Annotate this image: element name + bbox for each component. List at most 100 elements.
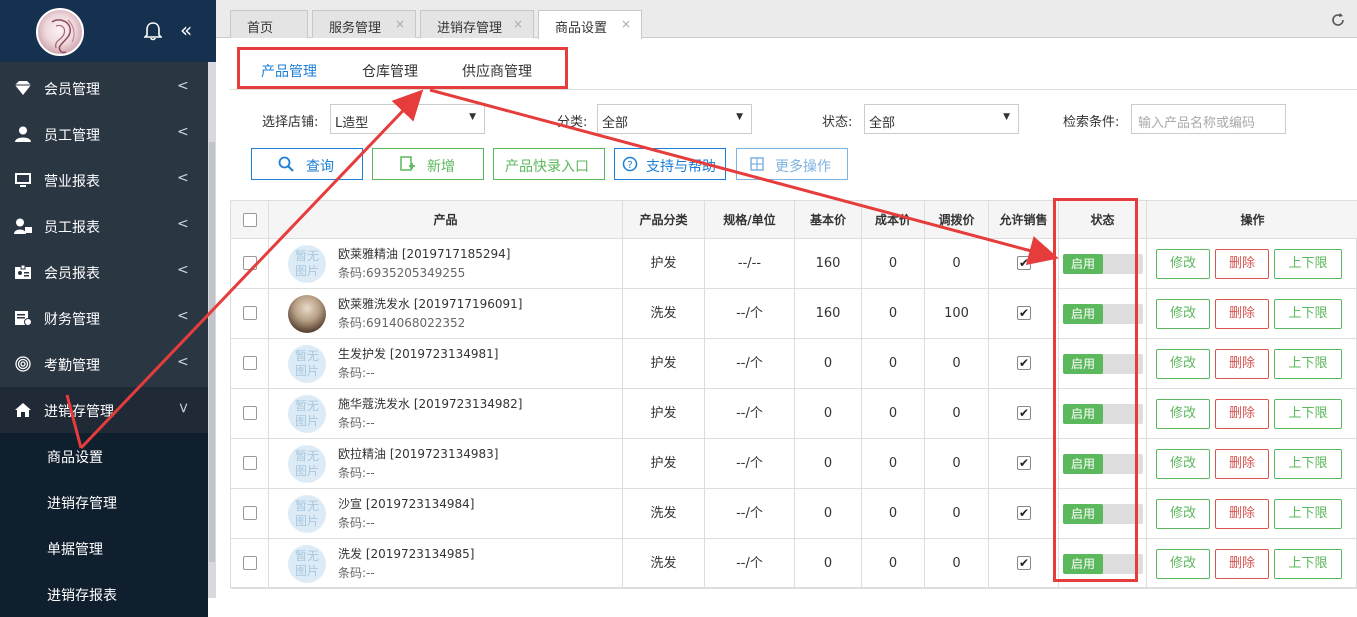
delete-button[interactable]: 删除 xyxy=(1215,249,1269,279)
spec-cell: --/-- xyxy=(705,239,795,289)
sidebar-item-staff-management[interactable]: 员工管理 < xyxy=(0,111,208,157)
edit-button[interactable]: 修改 xyxy=(1156,349,1210,379)
limits-button[interactable]: 上下限 xyxy=(1274,249,1342,279)
limits-button[interactable]: 上下限 xyxy=(1274,549,1342,579)
category-cell: 护发 xyxy=(623,339,705,389)
scrollbar-thumb[interactable] xyxy=(209,142,215,562)
row-checkbox[interactable] xyxy=(243,256,257,270)
limits-button[interactable]: 上下限 xyxy=(1274,399,1342,429)
delete-button[interactable]: 删除 xyxy=(1215,299,1269,329)
delete-button[interactable]: 删除 xyxy=(1215,399,1269,429)
sidebar-subitem-product-settings[interactable]: 商品设置 xyxy=(0,433,208,479)
dropdown-arrow-icon: ▼ xyxy=(469,112,476,122)
row-checkbox[interactable] xyxy=(243,506,257,520)
limits-button[interactable]: 上下限 xyxy=(1274,349,1342,379)
category-select[interactable]: 全部 ▼ xyxy=(597,104,752,134)
limits-button[interactable]: 上下限 xyxy=(1274,499,1342,529)
sidebar-item-business-report[interactable]: 营业报表 < xyxy=(0,157,208,203)
row-checkbox[interactable] xyxy=(243,356,257,370)
sidebar-item-member-management[interactable]: 会员管理 < xyxy=(0,65,208,111)
add-button[interactable]: 新增 xyxy=(372,148,484,180)
sidebar-subitem-inventory-report[interactable]: 进销存报表 xyxy=(0,571,208,617)
row-checkbox[interactable] xyxy=(243,456,257,470)
close-icon[interactable]: × xyxy=(513,17,523,31)
quick-entry-button[interactable]: 产品快录入口 xyxy=(493,148,605,180)
edit-button[interactable]: 修改 xyxy=(1156,449,1210,479)
user-icon xyxy=(14,126,32,142)
help-button[interactable]: ? 支持与帮助 xyxy=(614,148,726,180)
row-select-cell xyxy=(231,539,269,589)
delete-button[interactable]: 删除 xyxy=(1215,549,1269,579)
tab-product-settings[interactable]: 商品设置 × xyxy=(538,10,642,39)
product-cell: 欧莱雅洗发水 [2019717196091] 条码:6914068022352 xyxy=(269,289,623,339)
tab-inventory-management[interactable]: 进销存管理 × xyxy=(420,10,534,38)
allow-sale-checkbox[interactable]: ✔ xyxy=(1017,256,1031,270)
sidebar-item-label: 营业报表 xyxy=(44,174,100,190)
row-select-cell xyxy=(231,239,269,289)
tab-home[interactable]: 首页 xyxy=(230,10,308,38)
edit-button[interactable]: 修改 xyxy=(1156,399,1210,429)
base-price-cell: 160 xyxy=(795,239,862,289)
sidebar-item-member-report[interactable]: 会员报表 < xyxy=(0,249,208,295)
search-input[interactable]: 输入产品名称或编码 xyxy=(1131,104,1286,134)
query-button[interactable]: 查询 xyxy=(251,148,363,180)
product-name: 沙宣 [2019723134984] xyxy=(338,497,475,511)
row-checkbox[interactable] xyxy=(243,556,257,570)
allow-sale-checkbox[interactable]: ✔ xyxy=(1017,356,1031,370)
cost-price-cell: 0 xyxy=(862,289,925,339)
row-checkbox[interactable] xyxy=(243,406,257,420)
category-cell: 洗发 xyxy=(623,539,705,589)
header-cost-price: 成本价 xyxy=(862,201,925,239)
home-icon xyxy=(14,402,32,418)
more-actions-button[interactable]: 更多操作 xyxy=(736,148,848,180)
row-checkbox[interactable] xyxy=(243,306,257,320)
tab-service-management[interactable]: 服务管理 × xyxy=(312,10,416,38)
sidebar-item-finance-management[interactable]: 财务管理 < xyxy=(0,295,208,341)
edit-button[interactable]: 修改 xyxy=(1156,249,1210,279)
sidebar-subitem-inventory[interactable]: 进销存管理 xyxy=(0,479,208,525)
allow-sale-checkbox[interactable]: ✔ xyxy=(1017,406,1031,420)
store-select[interactable]: L造型 ▼ xyxy=(330,104,485,134)
allow-sale-checkbox[interactable]: ✔ xyxy=(1017,506,1031,520)
allow-sale-checkbox[interactable]: ✔ xyxy=(1017,306,1031,320)
select-all-checkbox[interactable] xyxy=(243,213,257,227)
refresh-icon[interactable] xyxy=(1330,12,1346,32)
row-select-cell xyxy=(231,389,269,439)
delete-button[interactable]: 删除 xyxy=(1215,499,1269,529)
sidebar-scrollbar[interactable] xyxy=(208,62,216,598)
dropdown-arrow-icon: ▼ xyxy=(736,112,743,122)
spec-cell: --/个 xyxy=(705,289,795,339)
edit-button[interactable]: 修改 xyxy=(1156,549,1210,579)
no-image-placeholder: 暂无 图片 xyxy=(288,545,326,583)
table-row: 暂无 图片 欧莱雅精油 [2019717185294] 条码:693520534925… xyxy=(231,239,1357,289)
limits-button[interactable]: 上下限 xyxy=(1274,299,1342,329)
delete-button[interactable]: 删除 xyxy=(1215,349,1269,379)
edit-button[interactable]: 修改 xyxy=(1156,299,1210,329)
product-name: 生发护发 [2019723134981] xyxy=(338,347,499,361)
chevron-left-icon: < xyxy=(177,308,189,324)
row-select-cell xyxy=(231,439,269,489)
sidebar-item-staff-report[interactable]: 员工报表 < xyxy=(0,203,208,249)
product-barcode: 条码:-- xyxy=(338,416,375,430)
header-transfer-price: 调拨价 xyxy=(925,201,989,239)
avatar[interactable] xyxy=(36,8,84,56)
sidebar-item-inventory[interactable]: 进销存管理 < xyxy=(0,387,208,433)
sidebar-item-attendance[interactable]: 考勤管理 < xyxy=(0,341,208,387)
status-select[interactable]: 全部 ▼ xyxy=(864,104,1019,134)
allow-sale-checkbox[interactable]: ✔ xyxy=(1017,556,1031,570)
sidebar-header: « xyxy=(0,0,216,62)
sidebar-subitem-documents[interactable]: 单据管理 xyxy=(0,525,208,571)
delete-button[interactable]: 删除 xyxy=(1215,449,1269,479)
transfer-price-cell: 0 xyxy=(925,389,989,439)
close-icon[interactable]: × xyxy=(395,17,405,31)
allow-sale-checkbox[interactable]: ✔ xyxy=(1017,456,1031,470)
edit-button[interactable]: 修改 xyxy=(1156,499,1210,529)
row-select-cell xyxy=(231,489,269,539)
collapse-sidebar-icon[interactable]: « xyxy=(180,20,192,40)
allow-sale-cell: ✔ xyxy=(989,439,1059,489)
bell-icon[interactable] xyxy=(143,21,163,45)
close-icon[interactable]: × xyxy=(621,17,631,31)
limits-button[interactable]: 上下限 xyxy=(1274,449,1342,479)
annotation-box-subtabs xyxy=(237,47,568,89)
header-base-price: 基本价 xyxy=(795,201,862,239)
